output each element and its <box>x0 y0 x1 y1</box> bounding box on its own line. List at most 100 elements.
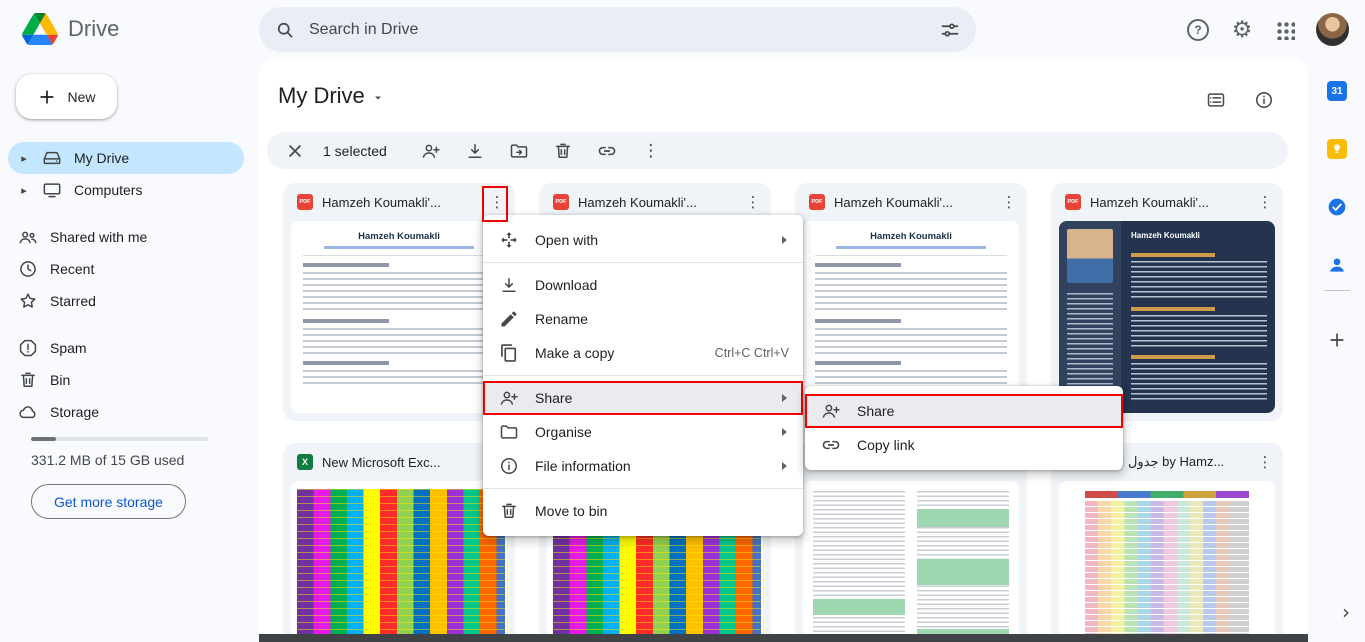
sidebar-item-label: Spam <box>50 340 87 356</box>
submenu-item-share[interactable]: Share <box>805 394 1123 428</box>
menu-item-open-with[interactable]: Open with <box>483 223 803 257</box>
grid-dots <box>1275 20 1295 40</box>
sidebar-nav: ▸ My Drive ▸ Computers Shared with me Re… <box>8 142 244 428</box>
cv-rule <box>815 255 1007 256</box>
nav-section-gap <box>8 317 244 332</box>
cv-heading-bar <box>1131 355 1215 359</box>
open-with-icon <box>499 230 519 250</box>
cv-rule <box>303 255 495 256</box>
cv-thumbnail: Hamzeh Koumakli <box>291 221 507 413</box>
search-icon[interactable] <box>275 20 295 40</box>
file-more-options-icon[interactable]: ⋮ <box>1253 193 1277 211</box>
app-name: Drive <box>68 16 119 42</box>
move-to-bin-icon[interactable] <box>545 136 581 166</box>
sidebar-item-label: My Drive <box>74 150 129 166</box>
file-name: Hamzeh Koumakli'... <box>834 195 988 210</box>
drive-triangle-icon <box>22 13 58 45</box>
cv-dark-thumbnail: Hamzeh Koumakli <box>1059 221 1275 413</box>
tasks-icon[interactable] <box>1326 196 1348 218</box>
share-person-add-icon[interactable] <box>413 136 449 166</box>
advanced-search-icon[interactable] <box>940 20 960 40</box>
info-icon[interactable] <box>1251 87 1277 113</box>
google-apps-grid-icon[interactable] <box>1272 17 1298 43</box>
cv-text-lines <box>303 370 495 388</box>
sidebar-item-recent[interactable]: Recent <box>8 253 244 285</box>
cv-contact-line <box>836 246 986 249</box>
menu-item-share[interactable]: Share <box>483 381 803 415</box>
cv-text-lines <box>1131 315 1267 347</box>
menu-item-rename[interactable]: Rename <box>483 302 803 336</box>
expand-caret-icon[interactable]: ▸ <box>18 152 30 165</box>
account-avatar[interactable] <box>1316 13 1349 46</box>
sidebar-item-label: Storage <box>50 404 99 420</box>
menu-item-make-a-copy[interactable]: Make a copy Ctrl+C Ctrl+V <box>483 336 803 370</box>
search-bar[interactable] <box>259 7 976 52</box>
submenu-arrow-icon <box>779 393 789 403</box>
file-preview[interactable]: Hamzeh Koumakli <box>803 221 1019 413</box>
drive-logo[interactable]: Drive <box>22 13 119 45</box>
my-drive-icon <box>42 148 62 168</box>
expand-caret-icon[interactable]: ▸ <box>18 184 30 197</box>
selection-toolbar: 1 selected ⋮ <box>267 132 1288 169</box>
sidebar-item-storage[interactable]: Storage <box>8 396 244 428</box>
file-preview[interactable] <box>803 481 1019 642</box>
copy-link-icon[interactable] <box>589 136 625 166</box>
file-preview[interactable]: Hamzeh Koumakli <box>291 221 507 413</box>
file-card[interactable]: Plain Language Chil... ⋮ <box>795 443 1027 642</box>
file-card[interactable]: Hamzeh Koumakli'... ⋮ Hamzeh Koumakli <box>283 183 515 421</box>
file-more-options-icon[interactable]: ⋮ <box>485 193 509 211</box>
cv-left-lines <box>1067 293 1113 397</box>
clock-icon <box>18 259 38 279</box>
file-card[interactable]: New Microsoft Exc... ⋮ <box>283 443 515 642</box>
doc-highlight <box>917 559 1009 585</box>
sidebar-item-starred[interactable]: Starred <box>8 285 244 317</box>
share-person-add-icon <box>821 401 841 421</box>
menu-item-move-to-bin[interactable]: Move to bin <box>483 494 803 528</box>
file-preview[interactable] <box>291 481 507 642</box>
sidebar-item-bin[interactable]: Bin <box>8 364 244 396</box>
file-preview[interactable] <box>1059 481 1275 642</box>
calendar-icon[interactable]: 31 <box>1326 80 1348 102</box>
move-to-folder-icon[interactable] <box>501 136 537 166</box>
cv-text-lines <box>815 272 1007 312</box>
new-button[interactable]: New <box>16 74 117 119</box>
file-card[interactable]: جدول العطل by Hamz... ⋮ <box>1051 443 1283 642</box>
pdf-file-icon <box>1065 194 1081 210</box>
sidebar-item-shared-with-me[interactable]: Shared with me <box>8 221 244 253</box>
help-icon[interactable]: ? <box>1185 17 1211 43</box>
page-title-dropdown[interactable]: My Drive <box>278 83 385 109</box>
sidebar-item-my-drive[interactable]: ▸ My Drive <box>8 142 244 174</box>
file-more-options-icon[interactable]: ⋮ <box>997 193 1021 211</box>
sidebar-item-computers[interactable]: ▸ Computers <box>8 174 244 206</box>
file-more-options-icon[interactable]: ⋮ <box>741 193 765 211</box>
file-card-header: New Microsoft Exc... ⋮ <box>283 443 515 481</box>
keep-icon[interactable] <box>1326 138 1348 160</box>
menu-item-file-information[interactable]: File information <box>483 449 803 483</box>
sidebar-item-label: Shared with me <box>50 229 147 245</box>
file-more-options-icon[interactable]: ⋮ <box>1253 453 1277 471</box>
menu-divider <box>483 375 803 376</box>
sidebar-item-spam[interactable]: Spam <box>8 332 244 364</box>
contacts-icon[interactable] <box>1326 254 1348 276</box>
search-input[interactable] <box>307 20 928 40</box>
menu-item-organise[interactable]: Organise <box>483 415 803 449</box>
expand-panel-chevron[interactable]: › <box>1334 598 1358 626</box>
menu-item-download[interactable]: Download <box>483 268 803 302</box>
submenu-item-label: Copy link <box>857 437 1109 453</box>
cv-photo <box>1067 229 1113 283</box>
settings-gear-icon[interactable]: ⚙ <box>1229 17 1255 43</box>
menu-item-label: Move to bin <box>535 503 789 519</box>
more-actions-icon[interactable]: ⋮ <box>633 136 669 166</box>
nav-section-gap <box>8 206 244 221</box>
context-menu: Open with Download Rename Make a copy Ct… <box>483 215 803 536</box>
cv-heading-bar <box>815 263 901 267</box>
clear-selection-icon[interactable] <box>277 136 313 166</box>
download-icon[interactable] <box>457 136 493 166</box>
submenu-item-copy-link[interactable]: Copy link <box>805 428 1123 462</box>
file-name: New Microsoft Exc... <box>322 455 476 470</box>
file-preview[interactable]: Hamzeh Koumakli <box>1059 221 1275 413</box>
view-toggle-icon[interactable] <box>1203 87 1229 113</box>
download-icon <box>499 275 519 295</box>
add-addon-plus-icon[interactable] <box>1326 329 1348 351</box>
get-more-storage-button[interactable]: Get more storage <box>31 484 186 519</box>
